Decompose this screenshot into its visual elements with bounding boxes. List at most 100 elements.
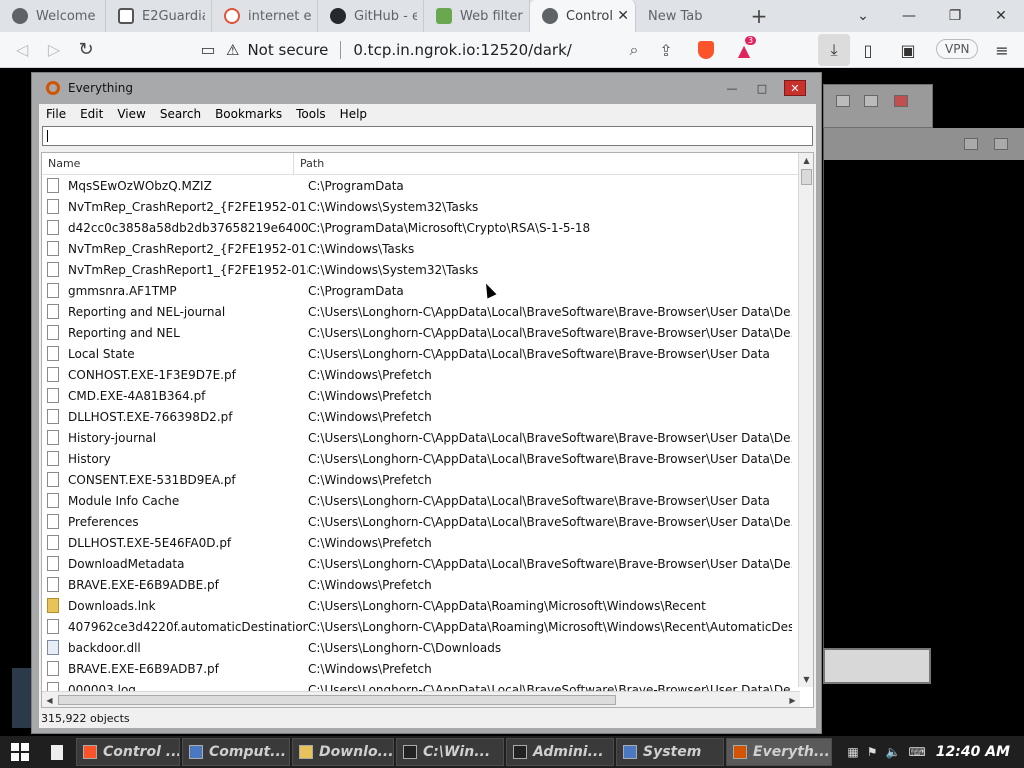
- background-console-window[interactable]: [823, 128, 1024, 648]
- result-row[interactable]: DownloadMetadata C:\Users\Longhorn-C\AppD…: [42, 553, 800, 574]
- taskbar-item[interactable]: System: [616, 738, 724, 766]
- column-header-name[interactable]: Name: [42, 153, 294, 175]
- window-titlebar[interactable]: Everything — □ ✕: [32, 73, 821, 103]
- close-window-button[interactable]: ✕: [978, 0, 1024, 32]
- scroll-right-arrow-icon[interactable]: ▶: [785, 692, 800, 707]
- menu-search[interactable]: Search: [153, 107, 208, 121]
- window-titlebar[interactable]: [824, 128, 1024, 160]
- bookmark-icon[interactable]: ▭: [192, 34, 224, 66]
- browser-tab[interactable]: internet exp: [212, 0, 318, 32]
- result-row[interactable]: Local State C:\Users\Longhorn-C\AppData\L…: [42, 343, 800, 364]
- file-icon[interactable]: [40, 736, 74, 768]
- vertical-scrollbar[interactable]: ▲ ▼: [798, 153, 813, 687]
- result-row[interactable]: History C:\Users\Longhorn-C\AppData\Local…: [42, 448, 800, 469]
- taskbar-item[interactable]: Everyth...: [726, 738, 832, 766]
- menu-tools[interactable]: Tools: [289, 107, 333, 121]
- menu-bookmarks[interactable]: Bookmarks: [208, 107, 289, 121]
- minimize-button[interactable]: —: [722, 80, 742, 96]
- scrollbar-thumb[interactable]: [801, 169, 812, 185]
- taskbar-item[interactable]: Control ...: [76, 738, 180, 766]
- result-row[interactable]: MqsSEwOzWObzQ.MZIZ C:\ProgramData: [42, 175, 800, 196]
- sidebar-icon[interactable]: ▯: [852, 34, 884, 66]
- file-icon: [47, 262, 59, 277]
- maximize-icon[interactable]: [864, 95, 878, 107]
- menu-view[interactable]: View: [110, 107, 152, 121]
- windows-start-icon[interactable]: [0, 736, 40, 768]
- taskbar-item[interactable]: Downlo...: [292, 738, 394, 766]
- result-row[interactable]: Downloads.lnk C:\Users\Longhorn-C\AppData…: [42, 595, 800, 616]
- taskbar-item[interactable]: Comput...: [182, 738, 290, 766]
- result-row[interactable]: backdoor.dll C:\Users\Longhorn-C\Download…: [42, 637, 800, 658]
- taskbar-item[interactable]: Admini...: [506, 738, 614, 766]
- menu-file[interactable]: File: [39, 107, 73, 121]
- menu-edit[interactable]: Edit: [73, 107, 110, 121]
- menu-icon[interactable]: ≡: [986, 34, 1018, 66]
- zoom-icon[interactable]: ⌕: [618, 34, 650, 66]
- keyboard-icon[interactable]: ⌨: [908, 745, 925, 759]
- reload-icon[interactable]: ↻: [70, 34, 102, 66]
- clock[interactable]: 12:40 AM: [936, 744, 1010, 760]
- minimize-button[interactable]: —: [886, 0, 932, 32]
- result-row[interactable]: CONSENT.EXE-531BD9EA.pf C:\Windows\Prefet…: [42, 469, 800, 490]
- browser-tab[interactable]: Web filterin: [424, 0, 530, 32]
- scroll-up-arrow-icon[interactable]: ▲: [799, 153, 813, 168]
- column-header-path[interactable]: Path: [294, 153, 800, 175]
- result-row[interactable]: CMD.EXE-4A81B364.pf C:\Windows\Prefetch: [42, 385, 800, 406]
- new-tab-button[interactable]: +: [742, 0, 776, 32]
- result-row[interactable]: gmmsnra.AF1TMP C:\ProgramData: [42, 280, 800, 301]
- back-arrow-icon[interactable]: ◁: [6, 34, 38, 66]
- horizontal-scrollbar[interactable]: ◀ ▶: [42, 691, 800, 707]
- restore-button[interactable]: ❐: [932, 0, 978, 32]
- forward-arrow-icon[interactable]: ▷: [38, 34, 70, 66]
- minimize-icon[interactable]: [836, 95, 850, 107]
- background-window[interactable]: [823, 84, 933, 128]
- result-row[interactable]: DLLHOST.EXE-5E46FA0D.pf C:\Windows\Prefet…: [42, 532, 800, 553]
- result-row[interactable]: Module Info Cache C:\Users\Longhorn-C\App…: [42, 490, 800, 511]
- result-row[interactable]: CONHOST.EXE-1F3E9D7E.pf C:\Windows\Prefet…: [42, 364, 800, 385]
- browser-tab[interactable]: E2Guardian: [106, 0, 212, 32]
- result-row[interactable]: NvTmRep_CrashReport2_{F2FE1952-01... C:\W…: [42, 196, 800, 217]
- maximize-button[interactable]: □: [752, 80, 772, 96]
- downloads-icon[interactable]: ⤓: [818, 34, 850, 66]
- result-row[interactable]: History-journal C:\Users\Longhorn-C\AppDa…: [42, 427, 800, 448]
- network-icon[interactable]: ▦: [847, 745, 858, 759]
- brave-rewards-icon[interactable]: ▲ 3: [728, 34, 760, 66]
- volume-icon[interactable]: 🔈: [886, 745, 901, 759]
- result-row[interactable]: Reporting and NEL C:\Users\Longhorn-C\App…: [42, 322, 800, 343]
- browser-tab[interactable]: Welcome to: [0, 0, 106, 32]
- result-row[interactable]: NvTmRep_CrashReport1_{F2FE1952-018... C:\…: [42, 259, 800, 280]
- menu-help[interactable]: Help: [333, 107, 374, 121]
- result-row[interactable]: BRAVE.EXE-E6B9ADBE.pf C:\Windows\Prefetch: [42, 574, 800, 595]
- close-tab-icon[interactable]: ✕: [617, 8, 629, 24]
- browser-tab-active[interactable]: Control C ✕: [530, 0, 636, 32]
- minimize-icon[interactable]: [964, 138, 978, 150]
- taskbar-item[interactable]: C:\Win...: [396, 738, 504, 766]
- result-row[interactable]: Reporting and NEL-journal C:\Users\Longho…: [42, 301, 800, 322]
- browser-tab[interactable]: GitHub - e2: [318, 0, 424, 32]
- scrollbar-thumb[interactable]: [58, 695, 616, 705]
- close-button[interactable]: ✕: [784, 80, 806, 96]
- background-window[interactable]: [823, 648, 931, 684]
- result-row[interactable]: BRAVE.EXE-E6B9ADB7.pf C:\Windows\Prefetch: [42, 658, 800, 679]
- background-window[interactable]: [12, 668, 32, 728]
- menu-bar: File Edit View Search Bookmarks Tools He…: [39, 104, 816, 124]
- maximize-icon[interactable]: [994, 138, 1008, 150]
- scroll-down-arrow-icon[interactable]: ▼: [799, 672, 813, 687]
- result-row[interactable]: DLLHOST.EXE-766398D2.pf C:\Windows\Prefet…: [42, 406, 800, 427]
- wallet-icon[interactable]: ▣: [892, 34, 924, 66]
- chevron-down-icon[interactable]: ⌄: [840, 0, 886, 32]
- search-input[interactable]: [42, 126, 813, 146]
- result-row[interactable]: d42cc0c3858a58db2db37658219e6400_... C:\P…: [42, 217, 800, 238]
- close-icon[interactable]: [894, 95, 908, 107]
- result-row[interactable]: 407962ce3d4220f.automaticDestination... C…: [42, 616, 800, 637]
- scroll-left-arrow-icon[interactable]: ◀: [42, 692, 57, 707]
- brave-shield-icon[interactable]: [690, 34, 722, 66]
- vpn-button[interactable]: VPN: [936, 39, 979, 59]
- results-list[interactable]: Name Path MqsSEwOzWObzQ.MZIZ C:\ProgramDa…: [41, 152, 814, 708]
- flag-icon[interactable]: ⚑: [867, 745, 878, 759]
- share-icon[interactable]: ⇪: [650, 34, 682, 66]
- address-bar[interactable]: ⚠ Not secure 0.tcp.in.ngrok.io:12520/dar…: [226, 36, 686, 64]
- result-row[interactable]: NvTmRep_CrashReport2_{F2FE1952-01... C:\W…: [42, 238, 800, 259]
- result-row[interactable]: Preferences C:\Users\Longhorn-C\AppData\L…: [42, 511, 800, 532]
- browser-tab[interactable]: New Tab: [636, 0, 742, 32]
